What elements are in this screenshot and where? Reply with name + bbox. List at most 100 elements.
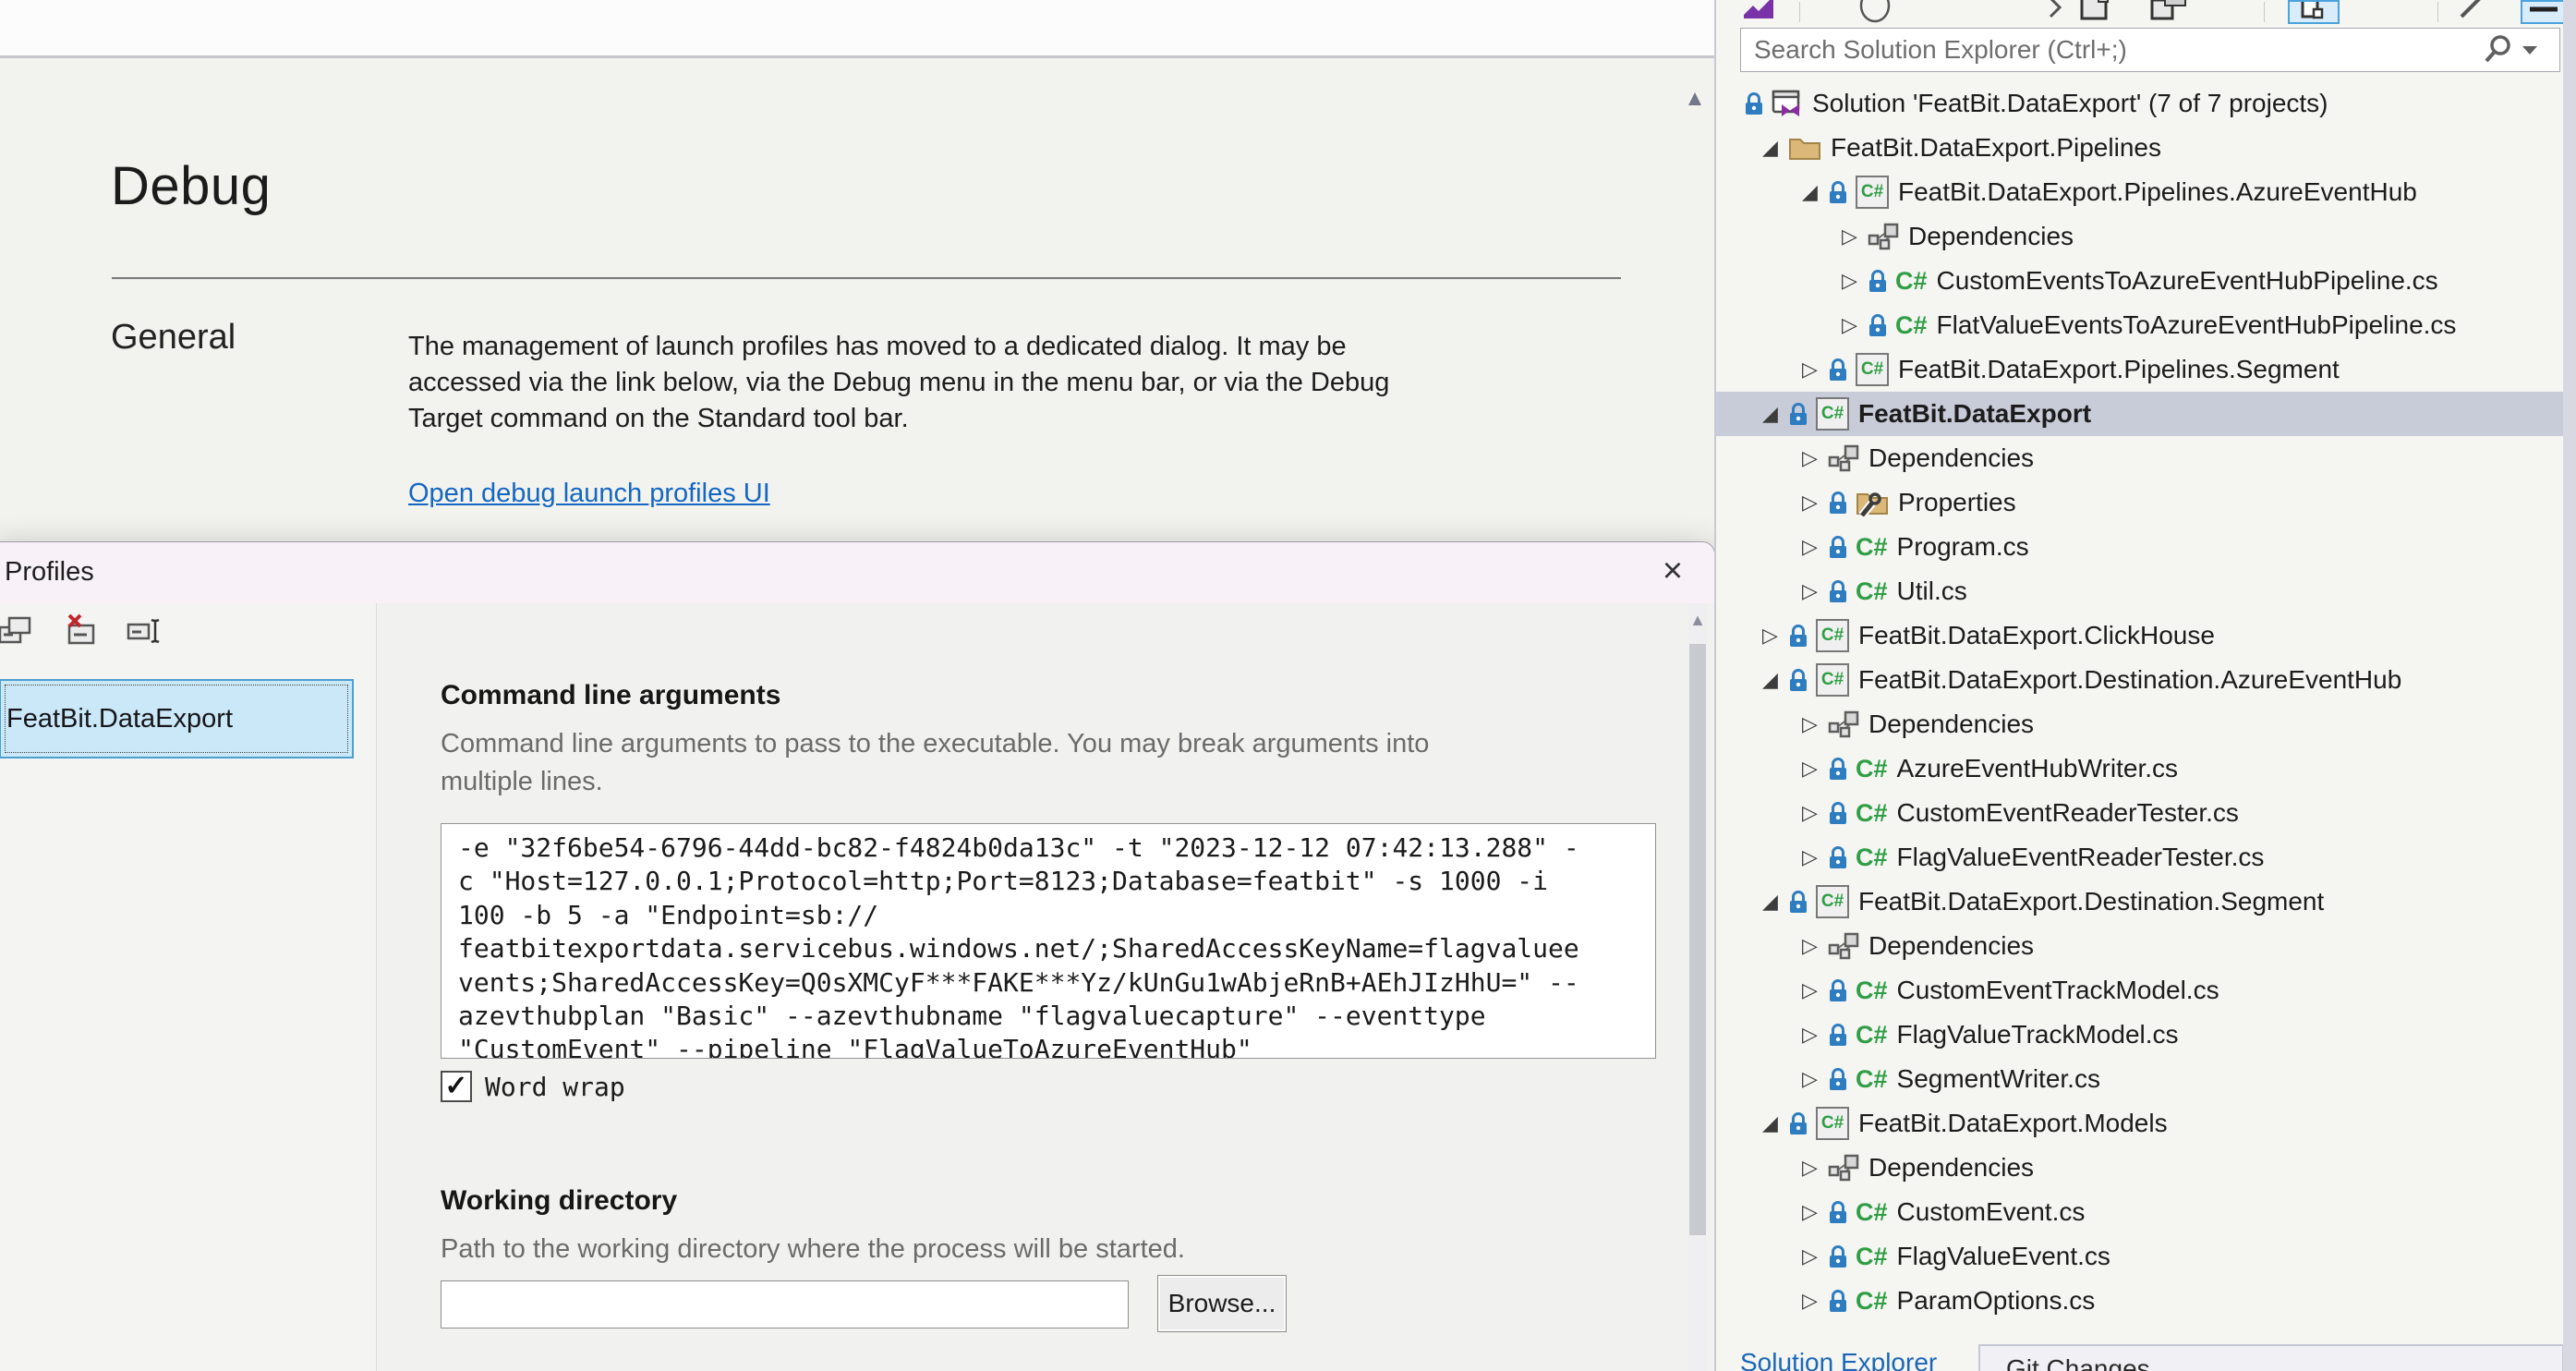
vs-home-icon[interactable]	[1740, 0, 1783, 24]
expand-expander-icon[interactable]: ▷	[1802, 977, 1828, 1003]
profile-list-item[interactable]: FeatBit.DataExport	[0, 679, 354, 758]
word-wrap-row: ✓ Word wrap	[441, 1071, 625, 1102]
word-wrap-checkbox[interactable]: ✓	[441, 1071, 472, 1102]
tree-row[interactable]: ▷Dependencies	[1716, 214, 2563, 259]
tree-row[interactable]: ▷C#AzureEventHubWriter.cs	[1716, 746, 2563, 791]
tree-row[interactable]: ◢C#FeatBit.DataExport.Destination.AzureE…	[1716, 658, 2563, 702]
expand-expander-icon[interactable]: ▷	[1802, 1022, 1828, 1048]
tree-item-label: Dependencies	[1869, 443, 2034, 473]
tree-row[interactable]: ▷C#SegmentWriter.cs	[1716, 1057, 2563, 1101]
working-directory-input[interactable]	[441, 1280, 1129, 1329]
expand-expander-icon[interactable]: ▷	[1802, 844, 1828, 870]
expand-expander-icon[interactable]: ▷	[1802, 1155, 1828, 1181]
tree-row[interactable]: ▷Properties	[1716, 480, 2563, 525]
collapse-expander-icon[interactable]: ◢	[1762, 135, 1788, 161]
collapse-expander-icon[interactable]: ◢	[1762, 401, 1788, 427]
collapse-expander-icon[interactable]: ◢	[1762, 667, 1788, 693]
browse-button[interactable]: Browse...	[1157, 1275, 1287, 1332]
lock-icon	[1788, 890, 1808, 915]
collapse-expander-icon[interactable]: ◢	[1802, 179, 1828, 205]
dialog-scrollbar-thumb[interactable]	[1689, 644, 1706, 1235]
open-debug-launch-profiles-link[interactable]: Open debug launch profiles UI	[408, 479, 770, 509]
tree-row[interactable]: ▷C#Util.cs	[1716, 569, 2563, 613]
expand-expander-icon[interactable]: ▷	[1762, 623, 1788, 649]
tree-row[interactable]: ▷C#FlagValueTrackModel.cs	[1716, 1013, 2563, 1057]
scrollbar-up-icon[interactable]: ▲	[1688, 609, 1707, 631]
window-stack-icon[interactable]	[2148, 0, 2200, 24]
chevron-icon[interactable]	[2047, 0, 2065, 24]
tree-item-label: FeatBit.DataExport	[1858, 399, 2091, 429]
expand-expander-icon[interactable]: ▷	[1802, 1066, 1828, 1092]
tree-row[interactable]: ▷C#CustomEventsToAzureEventHubPipeline.c…	[1716, 259, 2563, 303]
expand-expander-icon[interactable]: ▷	[1802, 357, 1828, 382]
tree-row[interactable]: ◢C#FeatBit.DataExport.Destination.Segmen…	[1716, 880, 2563, 924]
tree-item-label: FeatBit.DataExport.Destination.Segment	[1858, 887, 2324, 916]
expand-expander-icon[interactable]: ▷	[1842, 224, 1868, 249]
delete-profile-icon[interactable]	[62, 613, 99, 649]
tree-row[interactable]: ▷Dependencies	[1716, 1146, 2563, 1190]
collapse-expander-icon[interactable]: ◢	[1762, 889, 1788, 915]
expand-expander-icon[interactable]: ▷	[1802, 800, 1828, 826]
tree-row[interactable]: ▷C#CustomEvent.cs	[1716, 1190, 2563, 1234]
search-input[interactable]: Search Solution Explorer (Ctrl+;)	[1741, 35, 2482, 65]
window-stack-icon[interactable]	[2078, 0, 2143, 24]
sync-with-active-document-icon[interactable]	[2288, 0, 2340, 24]
tree-row[interactable]: Solution 'FeatBit.DataExport' (7 of 7 pr…	[1716, 81, 2563, 126]
expand-expander-icon[interactable]: ▷	[1802, 490, 1828, 516]
tree-item-label: FlagValueEventReaderTester.cs	[1897, 843, 2265, 872]
expand-expander-icon[interactable]: ▷	[1802, 933, 1828, 959]
expand-expander-icon[interactable]: ▷	[1842, 268, 1868, 294]
expand-expander-icon[interactable]: ▷	[1802, 1199, 1828, 1225]
tree-row[interactable]: ▷C#Program.cs	[1716, 525, 2563, 569]
tree-item-label: Util.cs	[1897, 576, 1967, 606]
filter-icon[interactable]	[1855, 0, 1897, 24]
lock-icon	[1828, 1244, 1848, 1269]
tab-solution-explorer[interactable]: Solution Explorer	[1740, 1348, 1937, 1371]
tree-row[interactable]: ◢C#FeatBit.DataExport.Pipelines.AzureEve…	[1716, 170, 2563, 214]
csharp-file-icon: C#	[1856, 533, 1888, 562]
lock-icon	[1828, 757, 1848, 782]
tree-row[interactable]: ▷C#ParamOptions.cs	[1716, 1279, 2563, 1323]
tree-row[interactable]: ◢ C# FeatBit.DataExport	[1716, 392, 2563, 436]
command-line-arguments-input[interactable]: -e "32f6be54-6796-44dd-bc82-f4824b0da13c…	[441, 823, 1656, 1059]
dialog-scrollbar[interactable]: ▲	[1688, 603, 1707, 1371]
expand-expander-icon[interactable]: ▷	[1802, 578, 1828, 604]
dependencies-icon	[1868, 223, 1899, 250]
tree-row[interactable]: ▷C#CustomEventTrackModel.cs	[1716, 968, 2563, 1013]
tree-row[interactable]: ▷ Dependencies	[1716, 436, 2563, 480]
expand-expander-icon[interactable]: ▷	[1802, 1244, 1828, 1269]
tree-row[interactable]: ▷Dependencies	[1716, 702, 2563, 746]
collapse-all-icon[interactable]	[2521, 0, 2563, 24]
tree-row[interactable]: ▷C#FlatValueEventsToAzureEventHubPipelin…	[1716, 303, 2563, 347]
tab-git-changes[interactable]: Git Changes	[1978, 1344, 2564, 1371]
tree-row[interactable]: ◢C#FeatBit.DataExport.Models	[1716, 1101, 2563, 1146]
new-profile-icon[interactable]	[0, 613, 34, 649]
expand-expander-icon[interactable]: ▷	[1802, 711, 1828, 737]
page-scroll-up-icon[interactable]: ▲	[1683, 87, 1707, 111]
search-icon[interactable]	[2482, 33, 2515, 67]
lock-icon	[1744, 91, 1764, 116]
tree-row[interactable]: ▷C#FlagValueEventReaderTester.cs	[1716, 835, 2563, 880]
close-icon[interactable]: ×	[1651, 546, 1695, 596]
csharp-project-icon: C#	[1816, 397, 1849, 431]
tree-row[interactable]: ▷ Dependencies	[1716, 924, 2563, 968]
tree-row[interactable]: ▷C#FlagValueEvent.cs	[1716, 1234, 2563, 1279]
expand-expander-icon[interactable]: ▷	[1842, 312, 1868, 338]
collapse-expander-icon[interactable]: ◢	[1762, 1110, 1788, 1136]
tree-row[interactable]: ▷C#FeatBit.DataExport.ClickHouse	[1716, 613, 2563, 658]
expand-expander-icon[interactable]: ▷	[1802, 445, 1828, 471]
rename-profile-icon[interactable]	[127, 613, 163, 649]
pencil-icon[interactable]	[2454, 0, 2491, 24]
expand-expander-icon[interactable]: ▷	[1802, 534, 1828, 560]
tree-row[interactable]: ▷C#FeatBit.DataExport.Pipelines.Segment	[1716, 347, 2563, 392]
tree-row[interactable]: ◢FeatBit.DataExport.Pipelines	[1716, 126, 2563, 170]
lock-icon	[1788, 1111, 1808, 1136]
lock-icon	[1788, 402, 1808, 427]
visual-studio-window: ▲ Debug General The management of launch…	[0, 0, 2576, 1371]
dialog-titlebar[interactable]: Profiles ×	[0, 542, 1714, 603]
tree-row[interactable]: ▷C#CustomEventReaderTester.cs	[1716, 791, 2563, 835]
expand-expander-icon[interactable]: ▷	[1802, 756, 1828, 782]
expand-expander-icon[interactable]: ▷	[1802, 1288, 1828, 1314]
tree-item-label: Dependencies	[1869, 931, 2034, 961]
chevron-down-icon[interactable]	[2522, 46, 2537, 55]
